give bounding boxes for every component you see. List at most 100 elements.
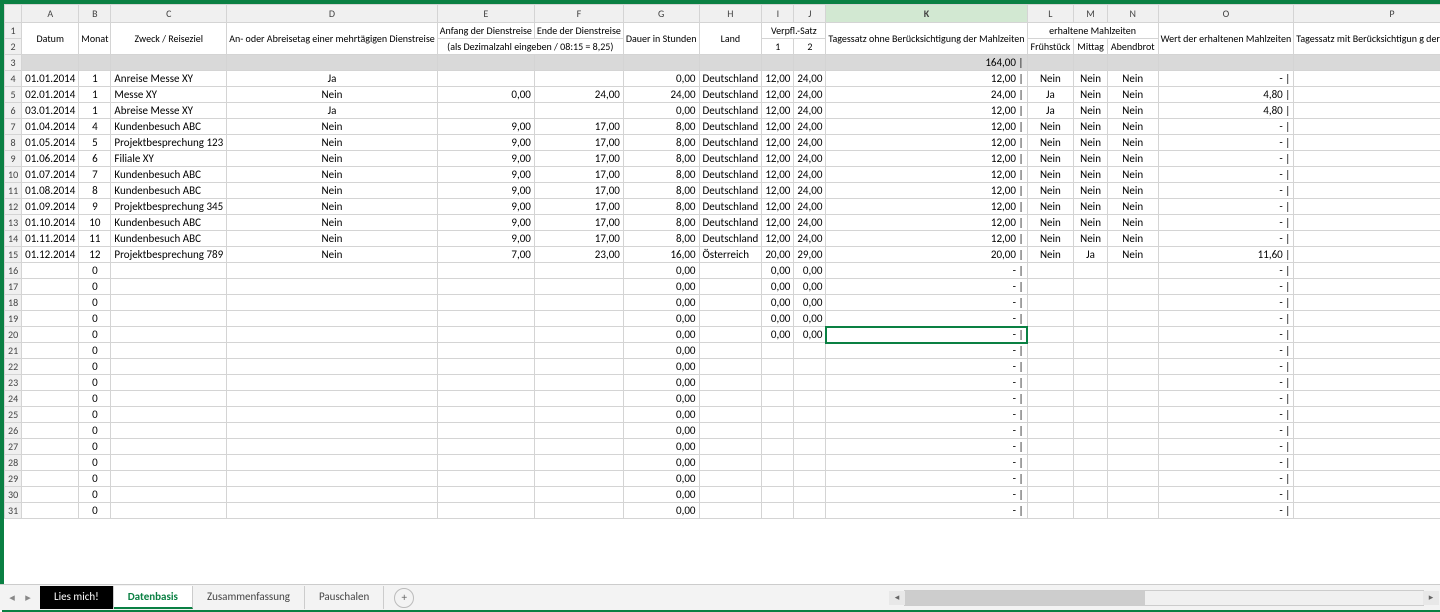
cell-F13[interactable]: 17,00 xyxy=(534,215,623,231)
cell-F18[interactable] xyxy=(534,295,623,311)
cell-K12[interactable]: 12,00 | xyxy=(826,199,1027,215)
cell-C16[interactable] xyxy=(111,263,227,279)
sum-G[interactable] xyxy=(623,55,699,71)
cell-G22[interactable]: 0,00 xyxy=(623,359,699,375)
cell-G16[interactable]: 0,00 xyxy=(623,263,699,279)
cell-M23[interactable] xyxy=(1074,375,1108,391)
cell-B21[interactable]: 0 xyxy=(79,343,111,359)
cell-A15[interactable]: 01.12.2014 xyxy=(22,247,79,263)
cell-L11[interactable]: Nein xyxy=(1027,183,1074,199)
cell-A10[interactable]: 01.07.2014 xyxy=(22,167,79,183)
cell-K17[interactable]: - | xyxy=(826,279,1027,295)
row-header-29[interactable]: 29 xyxy=(5,471,22,487)
cell-F9[interactable]: 17,00 xyxy=(534,151,623,167)
cell-G8[interactable]: 8,00 xyxy=(623,135,699,151)
cell-A22[interactable] xyxy=(22,359,79,375)
cell-I10[interactable]: 12,00 xyxy=(762,167,794,183)
cell-A14[interactable]: 01.11.2014 xyxy=(22,231,79,247)
cell-F6[interactable] xyxy=(534,103,623,119)
cell-I5[interactable]: 12,00 xyxy=(762,87,794,103)
cell-I15[interactable]: 20,00 xyxy=(762,247,794,263)
cell-B18[interactable]: 0 xyxy=(79,295,111,311)
cell-J5[interactable]: 24,00 xyxy=(794,87,826,103)
cell-O4[interactable]: - | xyxy=(1158,71,1294,87)
cell-B23[interactable]: 0 xyxy=(79,375,111,391)
cell-I12[interactable]: 12,00 xyxy=(762,199,794,215)
cell-D25[interactable] xyxy=(227,407,438,423)
row-header-18[interactable]: 18 xyxy=(5,295,22,311)
cell-O7[interactable]: - | xyxy=(1158,119,1294,135)
cell-D30[interactable] xyxy=(227,487,438,503)
cell-N5[interactable]: Nein xyxy=(1107,87,1158,103)
cell-O11[interactable]: - | xyxy=(1158,183,1294,199)
cell-J31[interactable] xyxy=(794,503,826,519)
cell-E19[interactable] xyxy=(437,311,534,327)
cell-O26[interactable]: - | xyxy=(1158,423,1294,439)
cell-H24[interactable] xyxy=(699,391,762,407)
cell-D21[interactable] xyxy=(227,343,438,359)
cell-C24[interactable] xyxy=(111,391,227,407)
spreadsheet-grid[interactable]: ABCDEFGHIJKLMNOPQRSTU1DatumMonatZweck / … xyxy=(4,4,1440,584)
cell-J29[interactable] xyxy=(794,471,826,487)
cell-J18[interactable]: 0,00 xyxy=(794,295,826,311)
cell-G20[interactable]: 0,00 xyxy=(623,327,699,343)
cell-N11[interactable]: Nein xyxy=(1107,183,1158,199)
cell-A8[interactable]: 01.05.2014 xyxy=(22,135,79,151)
cell-J30[interactable] xyxy=(794,487,826,503)
cell-K27[interactable]: - | xyxy=(826,439,1027,455)
cell-G15[interactable]: 16,00 xyxy=(623,247,699,263)
cell-A20[interactable] xyxy=(22,327,79,343)
cell-P26[interactable]: - | xyxy=(1294,423,1440,439)
cell-D18[interactable] xyxy=(227,295,438,311)
cell-J22[interactable] xyxy=(794,359,826,375)
cell-I9[interactable]: 12,00 xyxy=(762,151,794,167)
cell-C31[interactable] xyxy=(111,503,227,519)
row-header-13[interactable]: 13 xyxy=(5,215,22,231)
cell-O22[interactable]: - | xyxy=(1158,359,1294,375)
cell-B4[interactable]: 1 xyxy=(79,71,111,87)
sum-F[interactable] xyxy=(534,55,623,71)
cell-J16[interactable]: 0,00 xyxy=(794,263,826,279)
cell-B31[interactable]: 0 xyxy=(79,503,111,519)
cell-H23[interactable] xyxy=(699,375,762,391)
cell-C25[interactable] xyxy=(111,407,227,423)
col-header-I[interactable]: I xyxy=(762,5,794,23)
row-header-9[interactable]: 9 xyxy=(5,151,22,167)
cell-N29[interactable] xyxy=(1107,471,1158,487)
cell-E18[interactable] xyxy=(437,295,534,311)
cell-C20[interactable] xyxy=(111,327,227,343)
cell-I29[interactable] xyxy=(762,471,794,487)
cell-E26[interactable] xyxy=(437,423,534,439)
cell-O28[interactable]: - | xyxy=(1158,455,1294,471)
col-header-M[interactable]: M xyxy=(1074,5,1108,23)
cell-E24[interactable] xyxy=(437,391,534,407)
cell-F30[interactable] xyxy=(534,487,623,503)
cell-F20[interactable] xyxy=(534,327,623,343)
cell-A30[interactable] xyxy=(22,487,79,503)
row-header-4[interactable]: 4 xyxy=(5,71,22,87)
cell-H10[interactable]: Deutschland xyxy=(699,167,762,183)
sum-A[interactable] xyxy=(22,55,79,71)
cell-F16[interactable] xyxy=(534,263,623,279)
cell-B22[interactable]: 0 xyxy=(79,359,111,375)
cell-N12[interactable]: Nein xyxy=(1107,199,1158,215)
cell-M13[interactable]: Nein xyxy=(1074,215,1108,231)
cell-B25[interactable]: 0 xyxy=(79,407,111,423)
cell-G19[interactable]: 0,00 xyxy=(623,311,699,327)
cell-B13[interactable]: 10 xyxy=(79,215,111,231)
cell-O13[interactable]: - | xyxy=(1158,215,1294,231)
cell-L13[interactable]: Nein xyxy=(1027,215,1074,231)
cell-D29[interactable] xyxy=(227,471,438,487)
cell-A31[interactable] xyxy=(22,503,79,519)
cell-D23[interactable] xyxy=(227,375,438,391)
cell-F17[interactable] xyxy=(534,279,623,295)
cell-N7[interactable]: Nein xyxy=(1107,119,1158,135)
cell-F5[interactable]: 24,00 xyxy=(534,87,623,103)
cell-P14[interactable]: 12,00 | xyxy=(1294,231,1440,247)
cell-A26[interactable] xyxy=(22,423,79,439)
cell-L12[interactable]: Nein xyxy=(1027,199,1074,215)
cell-G28[interactable]: 0,00 xyxy=(623,455,699,471)
sheet-tab[interactable]: Pauschalen xyxy=(305,586,384,609)
cell-B26[interactable]: 0 xyxy=(79,423,111,439)
cell-C8[interactable]: Projektbesprechung 123 xyxy=(111,135,227,151)
